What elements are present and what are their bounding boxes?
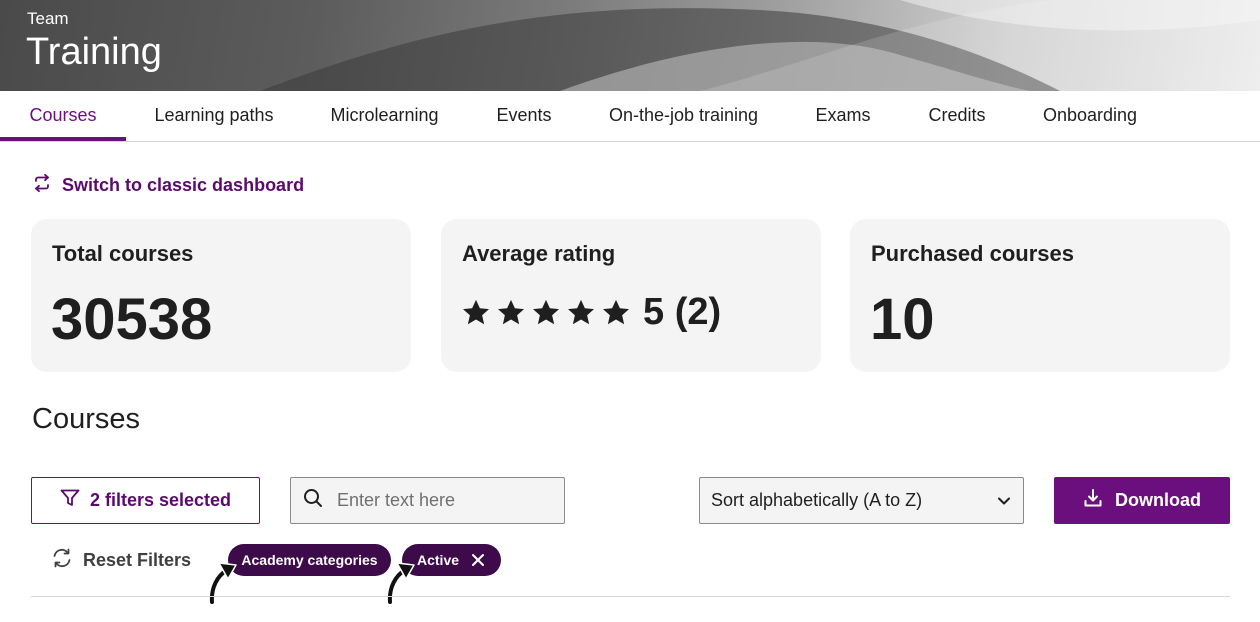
purchased-courses-label: Purchased courses <box>871 241 1074 266</box>
average-rating-card: Average rating 5 (2) <box>441 219 821 372</box>
search-box <box>290 477 565 524</box>
filters-button-label: 2 filters selected <box>89 490 232 510</box>
page-title: Training <box>26 31 162 73</box>
refresh-icon <box>51 547 73 574</box>
switch-classic-dashboard-label: Switch to classic dashboard <box>62 174 305 195</box>
rating-row: 5 (2) <box>461 291 721 334</box>
switch-classic-dashboard-link[interactable]: Switch to classic dashboard <box>32 173 305 198</box>
team-label: Team <box>27 9 69 28</box>
star-icon <box>568 299 594 324</box>
tab-onboarding[interactable]: Onboarding <box>1029 91 1151 141</box>
reset-filters-button[interactable]: Reset Filters <box>51 548 191 572</box>
tab-learning-paths[interactable]: Learning paths <box>141 91 287 141</box>
swap-arrows-icon <box>32 173 52 198</box>
download-button[interactable]: Download <box>1054 477 1230 524</box>
download-icon <box>1083 488 1103 513</box>
tab-courses[interactable]: Courses <box>0 91 126 141</box>
average-rating-label: Average rating <box>462 241 616 266</box>
sort-selected-value: Sort alphabetically (A to Z) <box>711 490 923 510</box>
filters-button[interactable]: 2 filters selected <box>31 477 260 524</box>
reset-filters-label: Reset Filters <box>83 549 192 570</box>
tab-microlearning[interactable]: Microlearning <box>317 91 452 141</box>
search-input[interactable] <box>337 490 547 511</box>
filter-chip-academy-categories[interactable]: Academy categories <box>228 544 391 576</box>
tab-on-the-job-training[interactable]: On-the-job training <box>596 91 771 141</box>
close-icon[interactable] <box>471 553 485 567</box>
tab-events[interactable]: Events <box>482 91 566 141</box>
star-icon <box>603 299 629 324</box>
average-rating-value: 5 (2) <box>643 291 722 333</box>
header-banner: Team Training <box>0 0 1260 91</box>
tab-exams[interactable]: Exams <box>801 91 885 141</box>
chip-label: Active <box>417 552 460 568</box>
section-divider <box>31 596 1230 597</box>
courses-heading: Courses <box>32 403 140 435</box>
pointer-arrow-icon <box>386 562 415 604</box>
banner-wave-decoration <box>260 0 1260 91</box>
purchased-courses-value: 10 <box>870 287 935 352</box>
chevron-down-icon <box>997 490 1011 511</box>
purchased-courses-card: Purchased courses 10 <box>850 219 1230 372</box>
search-icon <box>303 488 323 513</box>
pointer-arrow-icon <box>208 562 237 604</box>
rating-stars <box>461 298 631 328</box>
star-icon <box>463 299 489 324</box>
star-icon <box>498 299 524 324</box>
funnel-icon <box>60 489 80 512</box>
total-courses-card: Total courses 30538 <box>31 219 411 372</box>
star-icon <box>533 299 559 324</box>
sort-select[interactable]: Sort alphabetically (A to Z) <box>699 477 1024 524</box>
download-button-label: Download <box>1115 490 1201 510</box>
total-courses-label: Total courses <box>52 241 194 266</box>
chip-label: Academy categories <box>241 552 378 568</box>
total-courses-value: 30538 <box>51 287 213 352</box>
tab-bar: Courses Learning paths Microlearning Eve… <box>0 91 1260 142</box>
tab-credits[interactable]: Credits <box>915 91 999 141</box>
